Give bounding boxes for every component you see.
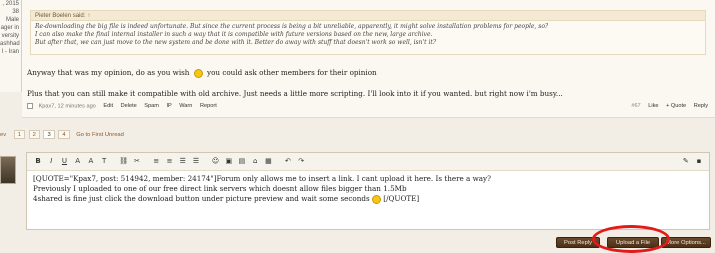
page-link[interactable]: 4	[58, 130, 70, 139]
smiley-icon	[193, 68, 203, 78]
sidebar-line: ashhad	[0, 41, 20, 47]
post-time[interactable]: 12 minutes ago	[58, 103, 96, 109]
quote-block: Pieter Boelen said: ↑ Re-downloading the …	[30, 10, 706, 55]
bold-icon[interactable]: B	[33, 157, 43, 165]
pagination: ev 1 2 3 4 Go to First Unread	[0, 130, 124, 140]
draft-icon[interactable]: ▪	[694, 157, 704, 165]
upload-file-button[interactable]: Upload a File	[607, 237, 659, 248]
quote-link[interactable]: + Quote	[666, 103, 686, 109]
editor-text-part: 4shared is fine just click the download …	[33, 194, 370, 204]
editor-line: 4shared is fine just click the download …	[33, 194, 703, 204]
quote-jump-icon[interactable]: ↑	[87, 13, 90, 19]
toolbar-right: ✎ ▪	[681, 157, 705, 165]
page-link[interactable]: 2	[28, 130, 40, 139]
reply-link[interactable]: Reply	[694, 103, 708, 109]
post-text-line: Anyway that was my opinion, do as you wi…	[27, 68, 377, 78]
post-text-part: Anyway that was my opinion, do as you wi…	[27, 68, 190, 77]
unlink-icon[interactable]: ✂	[132, 157, 142, 165]
number-list-icon[interactable]: ☰	[191, 157, 201, 165]
insert-icon[interactable]: ⌂	[250, 157, 260, 165]
sidebar-line: , 2015	[2, 1, 19, 7]
quote-author: Pieter Boelen said:	[35, 13, 86, 19]
quote-line: Re-downloading the big file is indeed un…	[35, 23, 549, 30]
link-icon[interactable]: ⛓	[119, 157, 129, 165]
spam-link[interactable]: Spam	[144, 103, 159, 109]
sidebar-line: 38	[12, 9, 19, 15]
align-icon[interactable]: ≡	[151, 157, 161, 165]
redo-icon[interactable]: ↷	[296, 157, 306, 165]
list-icon[interactable]: ≡	[165, 157, 175, 165]
post: Pieter Boelen said: ↑ Re-downloading the …	[22, 0, 715, 118]
more-options-button[interactable]: More Options...	[661, 237, 711, 248]
post-number[interactable]: #67	[631, 103, 640, 109]
edit-link[interactable]: Edit	[103, 103, 113, 109]
ip-link[interactable]: IP	[166, 103, 171, 109]
media-icon[interactable]: ▤	[237, 157, 247, 165]
post-text-part: you could ask other members for their op…	[207, 68, 377, 77]
quote-line: But after that, we can just move to the …	[35, 39, 437, 47]
page-link[interactable]: 1	[13, 130, 25, 139]
font-family-icon[interactable]: T	[99, 157, 109, 165]
post-text-line: Plus that you can still make it compatib…	[27, 89, 563, 98]
prev-page-link[interactable]: ev	[0, 132, 6, 138]
sidebar-line: l - Iran	[1, 49, 19, 55]
smiley-icon[interactable]: ☺	[211, 157, 221, 165]
post-reply-button[interactable]: Post Reply	[556, 237, 600, 248]
italic-icon[interactable]: I	[46, 157, 56, 165]
bullet-list-icon[interactable]: ☰	[178, 157, 188, 165]
editor-content[interactable]: [QUOTE="Kpax7, post: 514942, member: 241…	[27, 171, 709, 208]
sidebar-line: Male	[5, 17, 19, 23]
post-author[interactable]: Kpax7,	[39, 103, 56, 109]
page: , 2015 38 Male ager in versity ashhad l …	[0, 0, 715, 253]
quote-body: Re-downloading the big file is indeed un…	[31, 21, 705, 50]
smiley-icon	[371, 194, 381, 204]
report-link[interactable]: Report	[200, 103, 217, 109]
image-icon[interactable]: ▣	[224, 157, 234, 165]
reply-editor[interactable]: B I U A A T ⛓ ✂ ≡ ≡ ☰ ☰ ☺ ▣ ▤ ⌂ ▦ ↶ ↷ ✎ …	[26, 152, 710, 230]
undo-icon[interactable]: ↶	[283, 157, 293, 165]
font-size-icon[interactable]: A	[86, 157, 96, 165]
current-page: 3	[43, 130, 55, 139]
editor-toolbar: B I U A A T ⛓ ✂ ≡ ≡ ☰ ☰ ☺ ▣ ▤ ⌂ ▦ ↶ ↷ ✎ …	[27, 153, 709, 171]
toggle-bbcode-icon[interactable]: ✎	[681, 157, 691, 165]
table-icon[interactable]: ▦	[263, 157, 273, 165]
sidebar-line: ager in	[0, 25, 19, 31]
post-meta: Kpax7, 12 minutes ago Edit Delete Spam I…	[27, 103, 712, 113]
go-to-first-unread-link[interactable]: Go to First Unread	[76, 132, 124, 138]
select-post-checkbox[interactable]	[27, 103, 33, 109]
editor-text-part: [/QUOTE]	[383, 194, 420, 204]
delete-link[interactable]: Delete	[121, 103, 137, 109]
avatar	[0, 156, 16, 184]
editor-line: [QUOTE="Kpax7, post: 514942, member: 241…	[33, 174, 491, 183]
user-sidebar: , 2015 38 Male ager in versity ashhad l …	[0, 0, 22, 92]
text-color-icon[interactable]: A	[73, 157, 83, 165]
quote-header: Pieter Boelen said: ↑	[31, 11, 705, 21]
underline-icon[interactable]: U	[59, 157, 69, 165]
quote-line: I can also make the final internal insta…	[35, 31, 433, 39]
warn-link[interactable]: Warn	[179, 103, 192, 109]
sidebar-line: versity	[1, 33, 19, 39]
post-actions-right: #67 Like + Quote Reply	[625, 103, 708, 109]
editor-line: Previously I uploaded to one of our free…	[33, 184, 407, 194]
like-link[interactable]: Like	[648, 103, 658, 109]
